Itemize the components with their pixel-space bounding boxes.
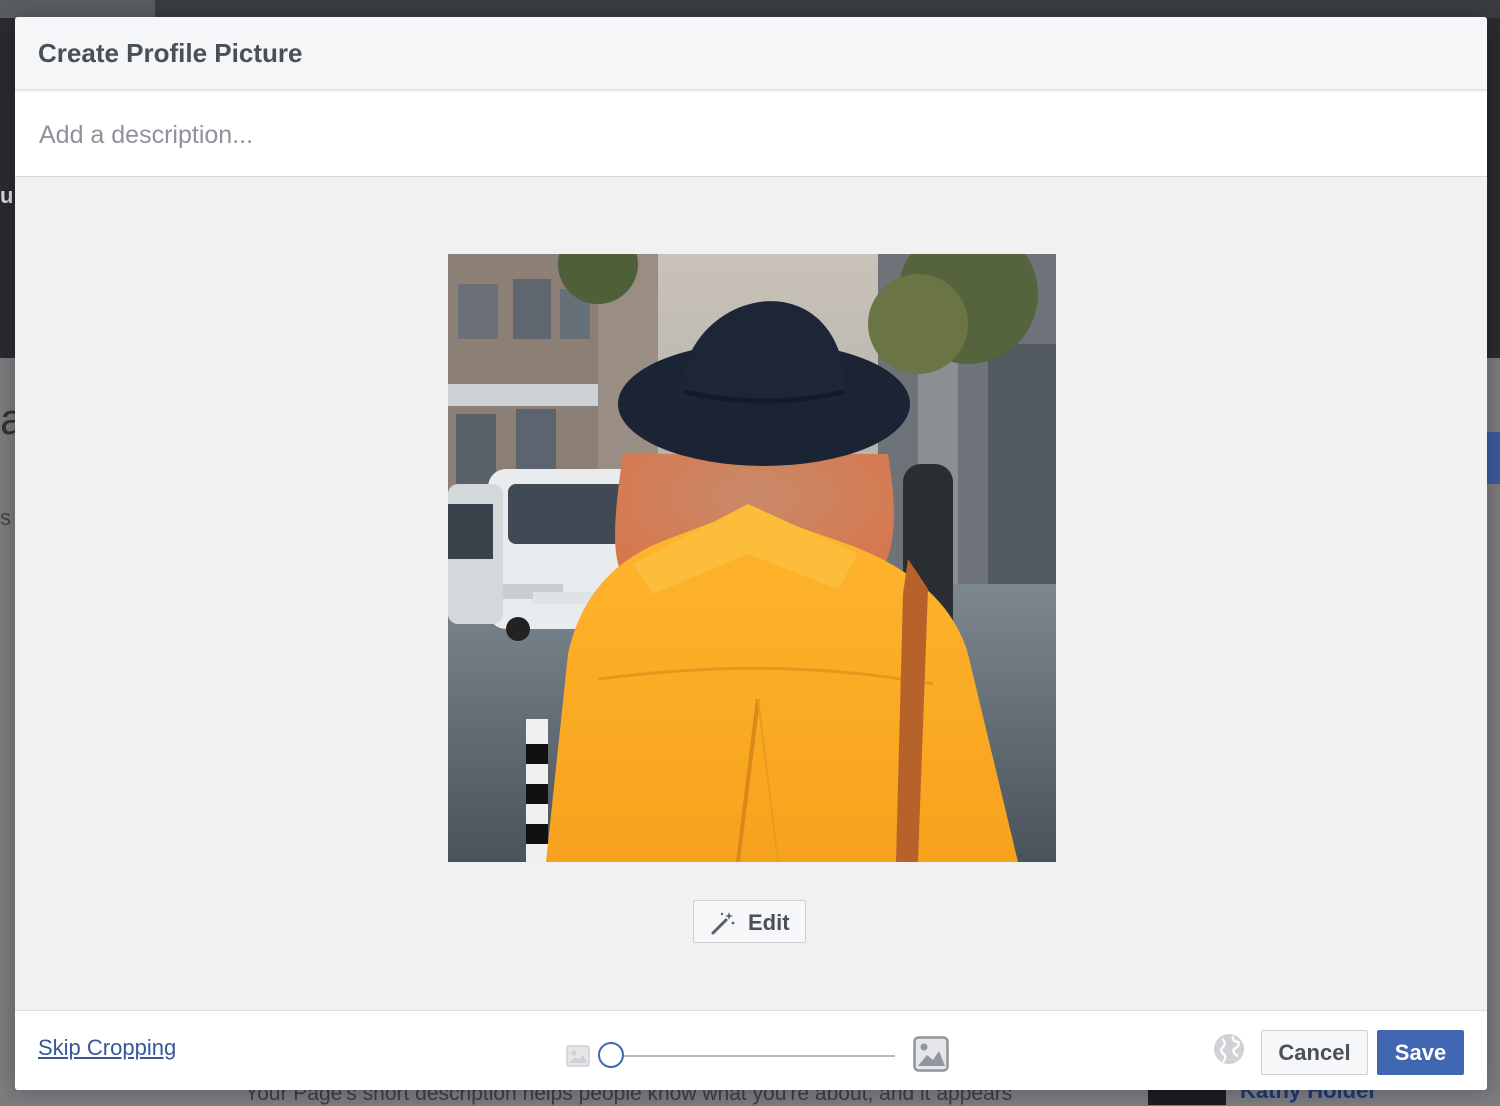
background-top-bar-left (0, 0, 155, 18)
background-left-fragment: a (0, 395, 16, 444)
dialog-footer: Skip Cropping Cancel Save (15, 1010, 1487, 1090)
zoom-out-image-icon (566, 1045, 590, 1067)
zoom-slider-track[interactable] (612, 1055, 895, 1057)
magic-wand-icon (711, 912, 735, 935)
background-left-panel (0, 358, 16, 1105)
background-right-cover (1486, 18, 1500, 358)
globe-icon[interactable] (1213, 1033, 1245, 1065)
zoom-slider-handle[interactable] (598, 1042, 624, 1068)
create-profile-picture-dialog: Create Profile Picture Add a description… (15, 17, 1487, 1090)
description-input[interactable] (37, 116, 1461, 154)
edit-button-label: Edit (748, 910, 790, 935)
dialog-header: Create Profile Picture (15, 17, 1487, 90)
background-left-fragment: u (0, 183, 14, 208)
background-right-button (1486, 432, 1500, 484)
dialog-title: Create Profile Picture (38, 38, 303, 68)
save-button[interactable]: Save (1377, 1030, 1464, 1075)
cancel-button[interactable]: Cancel (1261, 1030, 1368, 1075)
skip-cropping-link[interactable]: Skip Cropping (38, 1035, 176, 1061)
zoom-in-image-icon (913, 1036, 949, 1072)
background-left-fragment: s (0, 505, 11, 530)
background-top-bar (0, 0, 1500, 18)
profile-photo (448, 254, 1056, 862)
description-box (15, 92, 1487, 177)
profile-photo-crop-area[interactable] (448, 254, 1056, 862)
edit-button[interactable]: Edit (693, 900, 806, 943)
